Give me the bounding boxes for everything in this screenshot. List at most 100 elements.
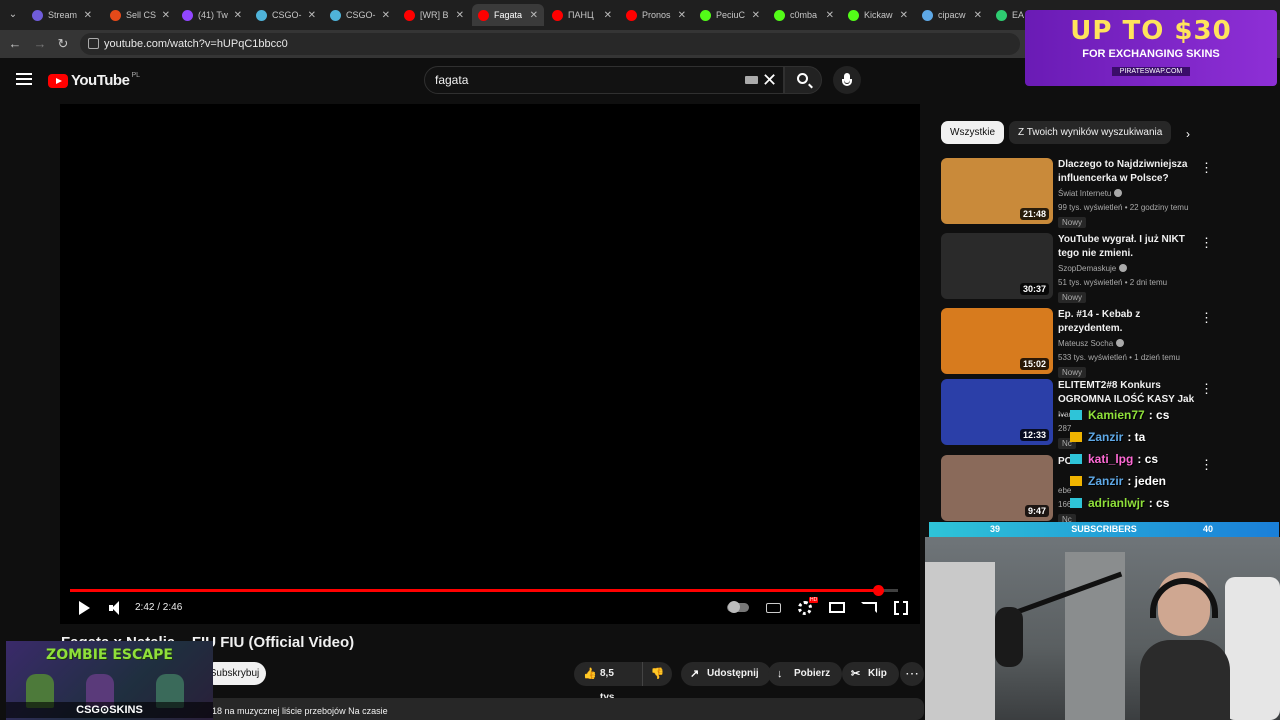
voice-search-button[interactable]	[833, 66, 861, 94]
browser-tab[interactable]: Fagata ✕	[472, 4, 544, 26]
tab-close-icon[interactable]: ✕	[382, 10, 390, 21]
video-thumbnail[interactable]: 9:47	[941, 455, 1053, 521]
new-badge: Nowy	[1058, 367, 1087, 378]
video-thumbnail[interactable]: 21:48	[941, 158, 1053, 224]
fullscreen-icon[interactable]	[894, 601, 908, 615]
share-button[interactable]: ↗ Udostępnij	[681, 662, 771, 686]
recommended-video[interactable]: 15:02 Ep. #14 - Kebab z prezydentem. Mateu…	[941, 308, 1241, 378]
play-icon[interactable]	[79, 601, 90, 615]
browser-tab[interactable]: Kickaw ✕	[842, 4, 914, 26]
tab-close-icon[interactable]: ✕	[900, 10, 908, 21]
tab-close-icon[interactable]: ✕	[530, 10, 538, 21]
browser-tab[interactable]: PeciuC ✕	[694, 4, 766, 26]
channel-name[interactable]: SzopDemaskuje	[1058, 264, 1128, 273]
recommended-title[interactable]: Ep. #14 - Kebab z prezydentem.	[1058, 308, 1198, 336]
theater-mode-icon[interactable]	[829, 602, 845, 613]
volume-icon[interactable]	[109, 600, 123, 616]
more-vertical-icon[interactable]: ⋮	[1200, 160, 1213, 176]
keyboard-icon[interactable]	[745, 76, 758, 84]
browser-tab[interactable]: (41) Tw ✕	[176, 4, 248, 26]
subtitles-icon[interactable]	[766, 603, 781, 613]
duration-badge: 15:02	[1019, 358, 1049, 370]
tab-close-icon[interactable]: ✕	[234, 10, 242, 21]
search-button[interactable]	[784, 66, 822, 94]
recommended-video[interactable]: 21:48 Dlaczego to Najdziwniejsza influenc…	[941, 158, 1241, 228]
video-thumbnail[interactable]: 15:02	[941, 308, 1053, 374]
forward-arrow-icon[interactable]: →	[31, 35, 49, 53]
cast-icon[interactable]	[861, 602, 877, 613]
more-actions-button[interactable]: ⋯	[900, 662, 924, 686]
tab-label: ПАНЦ	[568, 10, 594, 20]
back-arrow-icon[interactable]: ←	[6, 35, 24, 53]
address-bar[interactable]: youtube.com/watch?v=hUPqC1bbcc0	[80, 33, 1020, 55]
subs-current: 39	[990, 524, 1001, 534]
browser-tab[interactable]: Pronos ✕	[620, 4, 692, 26]
clip-button[interactable]: ✂ Klip	[842, 662, 899, 686]
chip-from-search[interactable]: Z Twoich wyników wyszukiwania	[1009, 121, 1172, 144]
youtube-logo[interactable]: YouTube PL	[48, 72, 140, 89]
dislike-button[interactable]: 👎	[642, 662, 672, 686]
youtube-play-logo-icon	[48, 73, 68, 88]
reload-icon[interactable]: ↻	[54, 35, 72, 53]
more-vertical-icon[interactable]: ⋮	[1200, 235, 1213, 251]
browser-tab[interactable]: Stream ✕	[26, 4, 98, 26]
tab-label: CSGO-	[346, 10, 376, 20]
video-thumbnail[interactable]: 12:33	[941, 379, 1053, 445]
chat-message: adrianlwjr: cs	[1070, 492, 1280, 510]
tab-label: [WR] B	[420, 10, 449, 20]
search-input[interactable]: fagata	[424, 66, 784, 94]
recommended-title[interactable]: YouTube wygrał. I już NIKT tego nie zmie…	[1058, 233, 1198, 261]
share-label: Udostępnij	[707, 668, 759, 679]
autoplay-toggle[interactable]	[727, 601, 749, 613]
channel-name[interactable]: Mateusz Socha	[1058, 339, 1125, 348]
sponsor-brand: CSG⊙SKINS	[6, 702, 213, 718]
more-vertical-icon[interactable]: ⋮	[1200, 381, 1213, 397]
browser-tab[interactable]: c0mba ✕	[768, 4, 840, 26]
download-button[interactable]: ↓ Pobierz	[768, 662, 843, 686]
browser-tab[interactable]: ПАНЦ ✕	[546, 4, 618, 26]
browser-tab[interactable]: cipacw ✕	[916, 4, 988, 26]
tab-favicon-icon	[256, 9, 267, 21]
more-vertical-icon[interactable]: ⋮	[1200, 310, 1213, 326]
site-info-icon[interactable]	[88, 38, 99, 49]
tab-search-chevron-icon[interactable]: ⌄	[4, 6, 22, 24]
scissors-icon: ✂	[851, 668, 861, 680]
video-player[interactable]	[60, 104, 920, 624]
recommended-title[interactable]: Dlaczego to Najdziwniejsza influencerka …	[1058, 158, 1198, 186]
tab-close-icon[interactable]: ✕	[162, 10, 170, 21]
tab-close-icon[interactable]: ✕	[826, 10, 834, 21]
chat-message: Kamien77: cs	[1070, 404, 1280, 426]
ad-banner[interactable]: UP TO $30 FOR EXCHANGING SKINS PIRATESWA…	[1025, 10, 1277, 86]
tab-favicon-icon	[330, 9, 341, 21]
clip-label: Klip	[868, 668, 887, 679]
tab-label: Kickaw	[864, 10, 893, 20]
tab-close-icon[interactable]: ✕	[604, 10, 612, 21]
ad-headline: UP TO $30	[1070, 16, 1232, 46]
browser-tab[interactable]: Sell CS ✕	[104, 4, 176, 26]
like-button[interactable]: 👍 8,5 tys.	[574, 662, 642, 703]
progress-bar[interactable]	[70, 585, 898, 596]
tab-close-icon[interactable]: ✕	[456, 10, 464, 21]
ad-subline: FOR EXCHANGING SKINS	[1082, 48, 1220, 60]
recommended-video[interactable]: 30:37 YouTube wygrał. I już NIKT tego nie…	[941, 233, 1241, 303]
tab-close-icon[interactable]: ✕	[308, 10, 316, 21]
browser-tab[interactable]: CSGO- ✕	[250, 4, 322, 26]
tab-close-icon[interactable]: ✕	[678, 10, 686, 21]
browser-tab[interactable]: CSGO- ✕	[324, 4, 396, 26]
tab-close-icon[interactable]: ✕	[974, 10, 982, 21]
tab-close-icon[interactable]: ✕	[84, 10, 92, 21]
channel-name[interactable]: Świat Internetu	[1058, 189, 1123, 198]
chevron-right-icon[interactable]: ›	[1186, 127, 1190, 141]
gaming-chair	[1225, 577, 1280, 720]
settings-gear-icon[interactable]	[798, 601, 812, 615]
video-thumbnail[interactable]: 30:37	[941, 233, 1053, 299]
chip-all[interactable]: Wszystkie	[941, 121, 1004, 144]
subs-label: SUBSCRIBERS	[1071, 524, 1137, 534]
verified-icon	[1114, 189, 1123, 197]
tab-close-icon[interactable]: ✕	[752, 10, 760, 21]
browser-tab[interactable]: [WR] B ✕	[398, 4, 470, 26]
tab-favicon-icon	[922, 9, 933, 21]
tab-favicon-icon	[848, 9, 859, 21]
clear-search-icon[interactable]: ✕	[762, 70, 777, 91]
menu-icon[interactable]	[16, 73, 32, 86]
